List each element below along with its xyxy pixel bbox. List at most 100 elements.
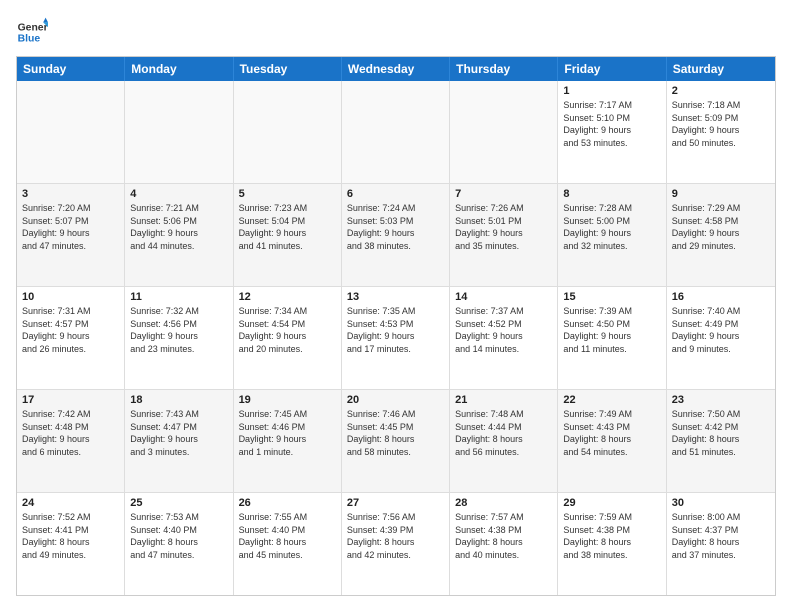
day-cell-29: 29 Sunrise: 7:59 AM Sunset: 4:38 PM Dayli… <box>558 493 666 595</box>
empty-cell <box>450 81 558 183</box>
day-info: Sunrise: 7:50 AM Sunset: 4:42 PM Dayligh… <box>672 408 770 458</box>
day-info: Sunrise: 8:00 AM Sunset: 4:37 PM Dayligh… <box>672 511 770 561</box>
day-cell-19: 19 Sunrise: 7:45 AM Sunset: 4:46 PM Dayli… <box>234 390 342 492</box>
day-number: 4 <box>130 188 227 200</box>
day-info: Sunrise: 7:57 AM Sunset: 4:38 PM Dayligh… <box>455 511 552 561</box>
day-info: Sunrise: 7:20 AM Sunset: 5:07 PM Dayligh… <box>22 202 119 252</box>
day-info: Sunrise: 7:52 AM Sunset: 4:41 PM Dayligh… <box>22 511 119 561</box>
day-cell-20: 20 Sunrise: 7:46 AM Sunset: 4:45 PM Dayli… <box>342 390 450 492</box>
day-info: Sunrise: 7:55 AM Sunset: 4:40 PM Dayligh… <box>239 511 336 561</box>
calendar: SundayMondayTuesdayWednesdayThursdayFrid… <box>16 56 776 596</box>
day-info: Sunrise: 7:53 AM Sunset: 4:40 PM Dayligh… <box>130 511 227 561</box>
logo-icon: General Blue <box>16 16 48 48</box>
day-cell-22: 22 Sunrise: 7:49 AM Sunset: 4:43 PM Dayli… <box>558 390 666 492</box>
calendar-row-4: 24 Sunrise: 7:52 AM Sunset: 4:41 PM Dayli… <box>17 492 775 595</box>
header-day-wednesday: Wednesday <box>342 57 450 81</box>
day-info: Sunrise: 7:21 AM Sunset: 5:06 PM Dayligh… <box>130 202 227 252</box>
day-number: 6 <box>347 188 444 200</box>
day-number: 20 <box>347 394 444 406</box>
day-info: Sunrise: 7:46 AM Sunset: 4:45 PM Dayligh… <box>347 408 444 458</box>
header-day-thursday: Thursday <box>450 57 558 81</box>
header: General Blue <box>16 16 776 48</box>
day-info: Sunrise: 7:40 AM Sunset: 4:49 PM Dayligh… <box>672 305 770 355</box>
day-info: Sunrise: 7:35 AM Sunset: 4:53 PM Dayligh… <box>347 305 444 355</box>
day-info: Sunrise: 7:24 AM Sunset: 5:03 PM Dayligh… <box>347 202 444 252</box>
day-number: 1 <box>563 85 660 97</box>
day-number: 13 <box>347 291 444 303</box>
logo: General Blue <box>16 16 48 48</box>
day-cell-10: 10Sunrise: 7:31 AM Sunset: 4:57 PM Dayli… <box>17 287 125 389</box>
day-cell-27: 27 Sunrise: 7:56 AM Sunset: 4:39 PM Dayli… <box>342 493 450 595</box>
page: General Blue SundayMondayTuesdayWednesda… <box>0 0 792 612</box>
day-info: Sunrise: 7:59 AM Sunset: 4:38 PM Dayligh… <box>563 511 660 561</box>
day-cell-18: 18 Sunrise: 7:43 AM Sunset: 4:47 PM Dayli… <box>125 390 233 492</box>
day-cell-14: 14 Sunrise: 7:37 AM Sunset: 4:52 PM Dayli… <box>450 287 558 389</box>
day-cell-9: 9 Sunrise: 7:29 AM Sunset: 4:58 PM Daylig… <box>667 184 775 286</box>
day-info: Sunrise: 7:45 AM Sunset: 4:46 PM Dayligh… <box>239 408 336 458</box>
day-info: Sunrise: 7:23 AM Sunset: 5:04 PM Dayligh… <box>239 202 336 252</box>
day-number: 9 <box>672 188 770 200</box>
day-cell-1: 1 Sunrise: 7:17 AM Sunset: 5:10 PM Daylig… <box>558 81 666 183</box>
day-info: Sunrise: 7:56 AM Sunset: 4:39 PM Dayligh… <box>347 511 444 561</box>
day-number: 25 <box>130 497 227 509</box>
day-number: 27 <box>347 497 444 509</box>
day-number: 11 <box>130 291 227 303</box>
day-info: Sunrise: 7:39 AM Sunset: 4:50 PM Dayligh… <box>563 305 660 355</box>
day-number: 28 <box>455 497 552 509</box>
day-cell-6: 6 Sunrise: 7:24 AM Sunset: 5:03 PM Daylig… <box>342 184 450 286</box>
day-number: 16 <box>672 291 770 303</box>
day-cell-17: 17 Sunrise: 7:42 AM Sunset: 4:48 PM Dayli… <box>17 390 125 492</box>
calendar-row-3: 17 Sunrise: 7:42 AM Sunset: 4:48 PM Dayli… <box>17 389 775 492</box>
calendar-header: SundayMondayTuesdayWednesdayThursdayFrid… <box>17 57 775 81</box>
day-number: 22 <box>563 394 660 406</box>
day-cell-2: 2Sunrise: 7:18 AM Sunset: 5:09 PM Daylig… <box>667 81 775 183</box>
empty-cell <box>342 81 450 183</box>
day-info: Sunrise: 7:37 AM Sunset: 4:52 PM Dayligh… <box>455 305 552 355</box>
day-number: 14 <box>455 291 552 303</box>
day-number: 21 <box>455 394 552 406</box>
header-day-friday: Friday <box>558 57 666 81</box>
header-day-monday: Monday <box>125 57 233 81</box>
day-cell-13: 13 Sunrise: 7:35 AM Sunset: 4:53 PM Dayli… <box>342 287 450 389</box>
day-info: Sunrise: 7:28 AM Sunset: 5:00 PM Dayligh… <box>563 202 660 252</box>
day-cell-28: 28 Sunrise: 7:57 AM Sunset: 4:38 PM Dayli… <box>450 493 558 595</box>
calendar-row-0: 1 Sunrise: 7:17 AM Sunset: 5:10 PM Daylig… <box>17 81 775 183</box>
day-cell-7: 7Sunrise: 7:26 AM Sunset: 5:01 PM Daylig… <box>450 184 558 286</box>
empty-cell <box>17 81 125 183</box>
day-number: 12 <box>239 291 336 303</box>
day-number: 18 <box>130 394 227 406</box>
day-number: 24 <box>22 497 119 509</box>
day-cell-16: 16 Sunrise: 7:40 AM Sunset: 4:49 PM Dayli… <box>667 287 775 389</box>
day-cell-25: 25 Sunrise: 7:53 AM Sunset: 4:40 PM Dayli… <box>125 493 233 595</box>
day-number: 30 <box>672 497 770 509</box>
day-info: Sunrise: 7:43 AM Sunset: 4:47 PM Dayligh… <box>130 408 227 458</box>
day-number: 3 <box>22 188 119 200</box>
day-cell-15: 15Sunrise: 7:39 AM Sunset: 4:50 PM Dayli… <box>558 287 666 389</box>
day-cell-8: 8 Sunrise: 7:28 AM Sunset: 5:00 PM Daylig… <box>558 184 666 286</box>
calendar-row-1: 3 Sunrise: 7:20 AM Sunset: 5:07 PM Daylig… <box>17 183 775 286</box>
header-day-saturday: Saturday <box>667 57 775 81</box>
empty-cell <box>234 81 342 183</box>
day-cell-4: 4 Sunrise: 7:21 AM Sunset: 5:06 PM Daylig… <box>125 184 233 286</box>
calendar-row-2: 10Sunrise: 7:31 AM Sunset: 4:57 PM Dayli… <box>17 286 775 389</box>
empty-cell <box>125 81 233 183</box>
day-info: Sunrise: 7:48 AM Sunset: 4:44 PM Dayligh… <box>455 408 552 458</box>
day-info: Sunrise: 7:42 AM Sunset: 4:48 PM Dayligh… <box>22 408 119 458</box>
day-info: Sunrise: 7:17 AM Sunset: 5:10 PM Dayligh… <box>563 99 660 149</box>
day-number: 19 <box>239 394 336 406</box>
svg-text:Blue: Blue <box>18 34 41 45</box>
day-cell-5: 5Sunrise: 7:23 AM Sunset: 5:04 PM Daylig… <box>234 184 342 286</box>
day-cell-3: 3 Sunrise: 7:20 AM Sunset: 5:07 PM Daylig… <box>17 184 125 286</box>
day-info: Sunrise: 7:32 AM Sunset: 4:56 PM Dayligh… <box>130 305 227 355</box>
day-cell-11: 11 Sunrise: 7:32 AM Sunset: 4:56 PM Dayli… <box>125 287 233 389</box>
day-number: 2 <box>672 85 770 97</box>
day-number: 29 <box>563 497 660 509</box>
day-number: 7 <box>455 188 552 200</box>
day-number: 17 <box>22 394 119 406</box>
day-info: Sunrise: 7:49 AM Sunset: 4:43 PM Dayligh… <box>563 408 660 458</box>
day-cell-12: 12Sunrise: 7:34 AM Sunset: 4:54 PM Dayli… <box>234 287 342 389</box>
day-cell-23: 23Sunrise: 7:50 AM Sunset: 4:42 PM Dayli… <box>667 390 775 492</box>
day-info: Sunrise: 7:29 AM Sunset: 4:58 PM Dayligh… <box>672 202 770 252</box>
day-number: 8 <box>563 188 660 200</box>
header-day-tuesday: Tuesday <box>234 57 342 81</box>
